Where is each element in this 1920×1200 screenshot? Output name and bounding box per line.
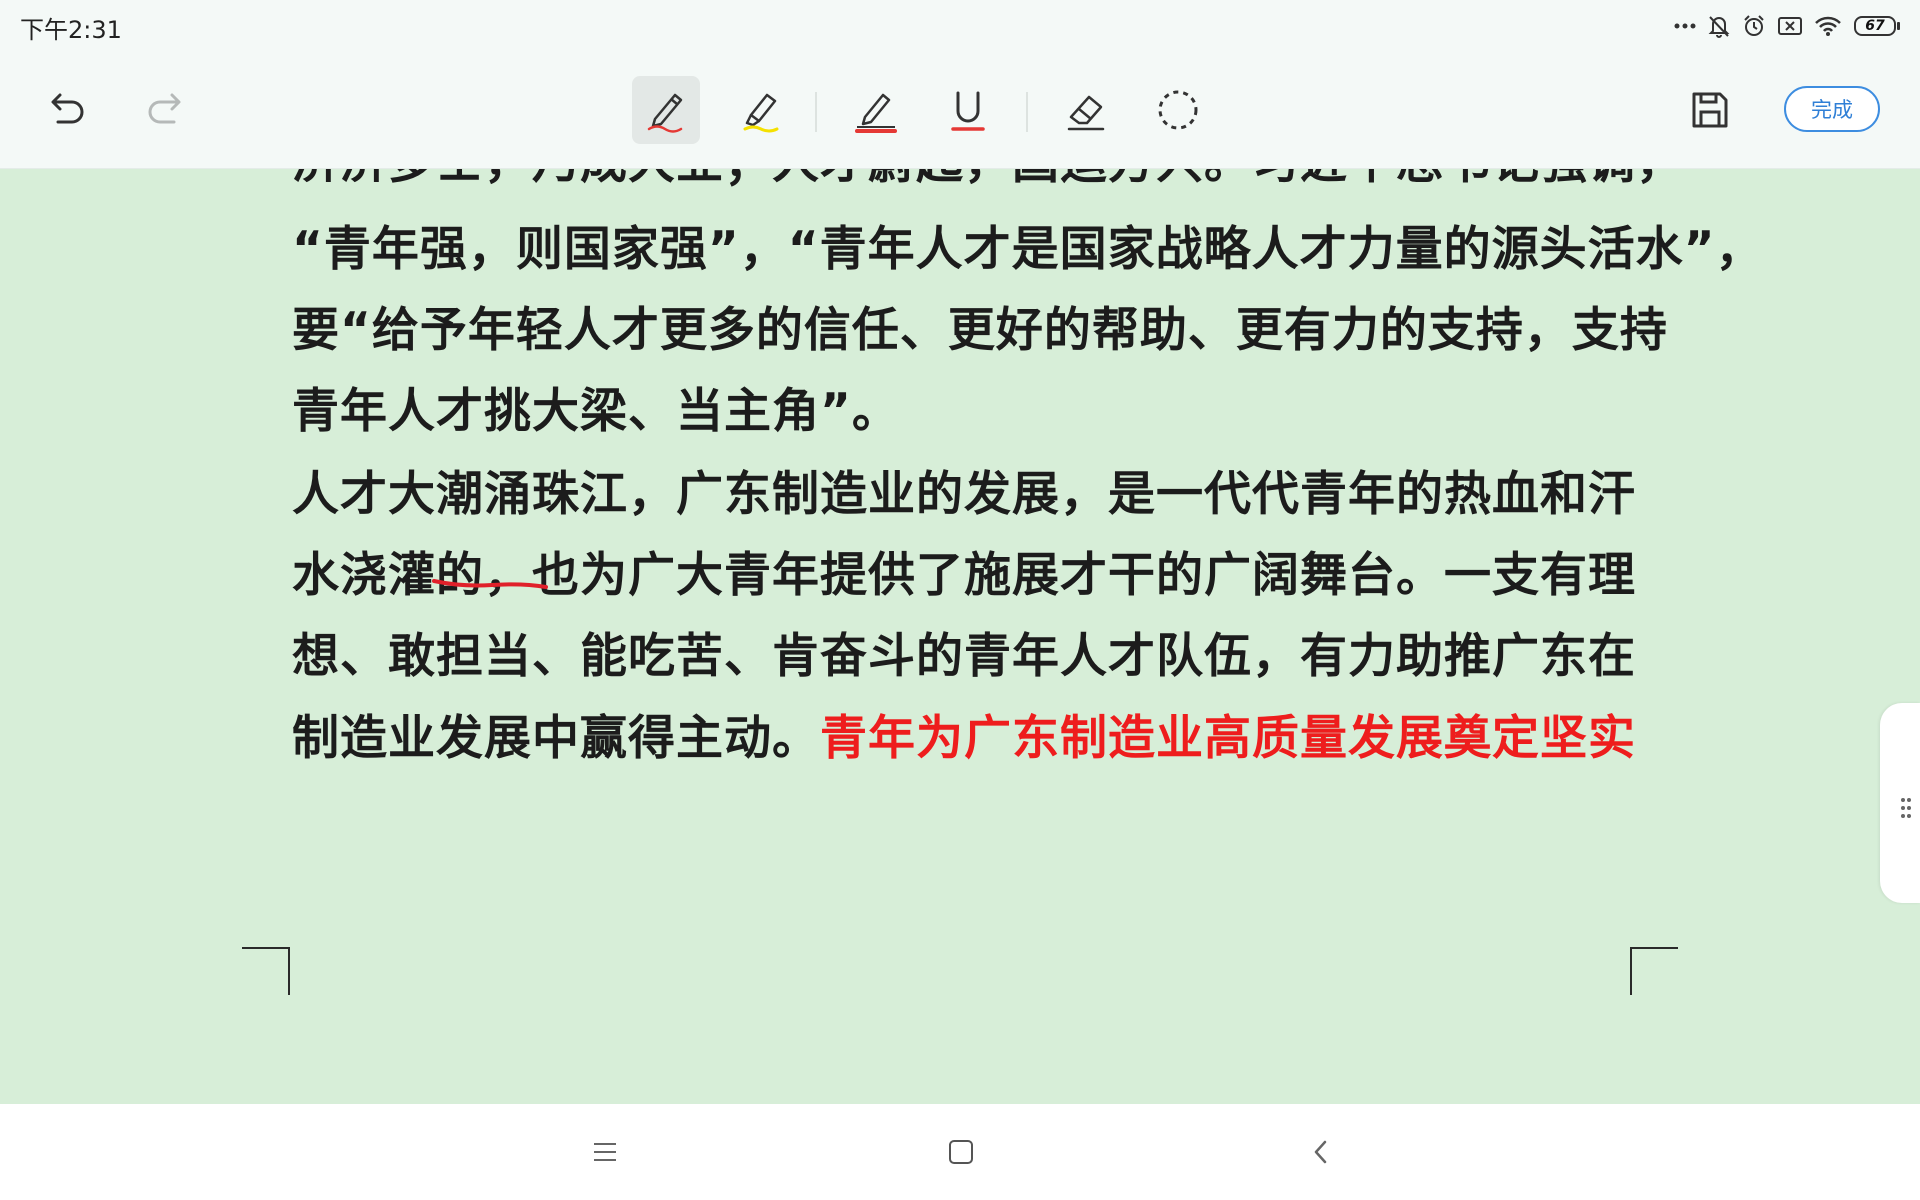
save-icon <box>1692 92 1728 128</box>
drag-grip-icon <box>1901 798 1911 818</box>
annotation-toolbar: 完成 <box>0 52 1920 169</box>
document-line-text: 制造业发展中赢得主动。 <box>292 711 820 766</box>
mute-bell-icon <box>1708 14 1730 38</box>
more-dots-icon <box>1674 22 1696 30</box>
battery-icon: 67 <box>1854 16 1900 36</box>
eraser-icon <box>1067 95 1105 131</box>
screen: 下午2:31 67 完成 “青年强，则国家强”，“青年人才是国家战略人才力量的源… <box>0 0 1920 1200</box>
document-line: 水浇灌的，也为广大青年提供了施展才干的广阔舞台。一支有理 <box>292 548 1636 603</box>
side-panel-handle[interactable] <box>1880 703 1920 903</box>
pen-icon <box>647 93 683 133</box>
menu-button[interactable] <box>585 1132 625 1172</box>
sim-off-icon <box>1778 16 1802 36</box>
back-icon <box>1314 1140 1327 1164</box>
document-line: 想、敢担当、能吃苦、肯奋斗的青年人才队伍，有力助推广东在 <box>292 629 1636 684</box>
underline-icon <box>951 91 985 131</box>
navigation-bar <box>0 1104 1920 1200</box>
red-emphasis-text: 青年为广东制造业高质量发展奠定坚实 <box>820 711 1636 766</box>
toolbar-divider <box>1026 92 1028 132</box>
eraser-tool-button[interactable] <box>1052 76 1120 144</box>
undo-button[interactable] <box>32 76 100 144</box>
document-line: 人才大潮涌珠江，广东制造业的发展，是一代代青年的热血和汗 <box>292 467 1636 522</box>
status-bar: 下午2:31 67 <box>0 0 1920 52</box>
page-crop-mark-left <box>242 947 290 995</box>
lasso-select-icon <box>1158 90 1198 130</box>
wifi-icon <box>1814 15 1842 37</box>
redo-icon <box>148 93 181 124</box>
highlighter-tool-button[interactable] <box>726 76 794 144</box>
home-button[interactable] <box>941 1132 981 1172</box>
pen-tool-button[interactable] <box>632 76 700 144</box>
partial-text-line-overflow: 济济多士，乃成大业；人才蔚起，国运方兴。习近平总书记强调， <box>292 169 1684 190</box>
alarm-icon <box>1742 14 1766 38</box>
status-icons: 67 <box>1674 12 1900 40</box>
highlighter-icon <box>743 93 779 133</box>
lasso-tool-button[interactable] <box>1144 76 1212 144</box>
strike-pen-icon <box>855 93 897 133</box>
done-button[interactable]: 完成 <box>1784 86 1880 132</box>
menu-icon <box>594 1143 616 1161</box>
partial-text-line: 济济多士，乃成大业；人才蔚起，国运方兴。习近平总书记强调， <box>292 169 1692 193</box>
toolbar-divider <box>815 92 817 132</box>
back-button[interactable] <box>1301 1132 1341 1172</box>
underline-tool-button[interactable] <box>934 76 1002 144</box>
document-line: 制造业发展中赢得主动。青年为广东制造业高质量发展奠定坚实 <box>292 709 1692 769</box>
page-crop-mark-right <box>1630 947 1678 995</box>
status-time: 下午2:31 <box>20 16 122 44</box>
undo-icon <box>51 93 84 124</box>
strike-pen-tool-button[interactable] <box>842 76 910 144</box>
document-page[interactable]: 济济多士，乃成大业；人才蔚起，国运方兴。习近平总书记强调， “青年强，则国家强”… <box>0 169 1920 1104</box>
redo-button[interactable] <box>132 76 200 144</box>
home-icon <box>949 1140 973 1164</box>
save-button[interactable] <box>1676 76 1744 144</box>
document-line: 青年人才挑大梁、当主角”。 <box>292 384 900 439</box>
document-line: 要“给予年轻人才更多的信任、更好的帮助、更有力的支持，支持 <box>292 303 1668 358</box>
document-line: “青年强，则国家强”，“青年人才是国家战略人才力量的源头活水”， <box>292 222 1764 277</box>
